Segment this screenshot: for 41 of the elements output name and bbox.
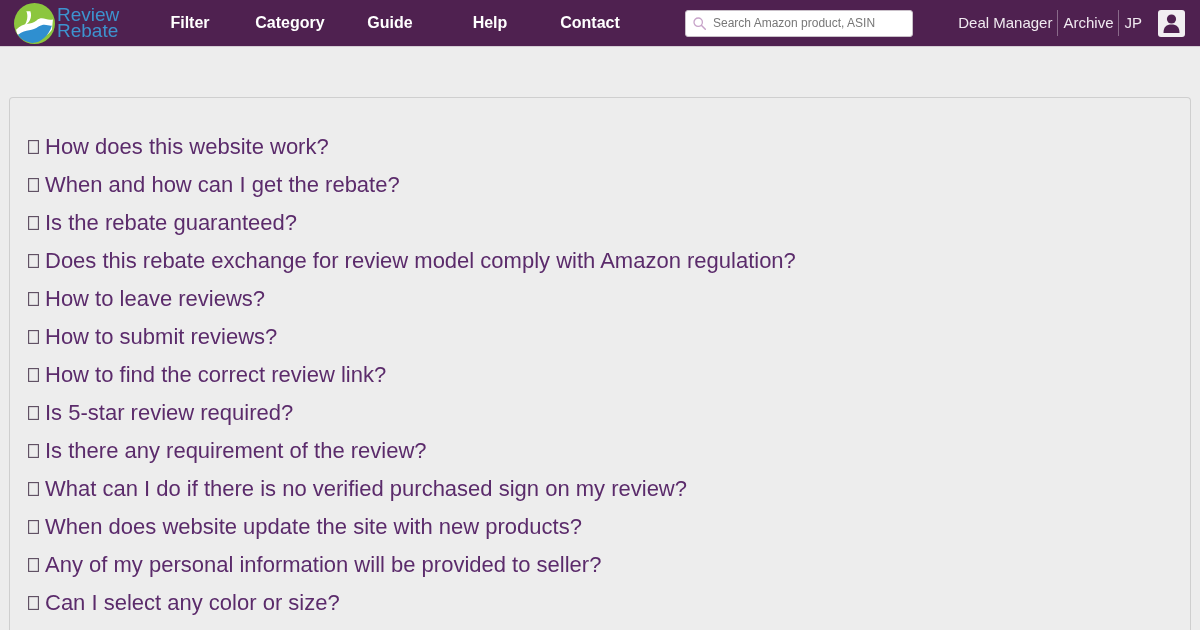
account-link[interactable]: JP <box>1118 10 1147 36</box>
nav-link[interactable]: Guide <box>340 13 440 33</box>
square-outline-icon <box>28 558 39 572</box>
logo-text: Rebate <box>57 23 120 39</box>
user-icon <box>1163 13 1180 33</box>
faq-question[interactable]: Any of my personal information will be provided to seller? <box>28 546 602 584</box>
search-field[interactable]: Search Amazon product, ASIN <box>685 9 913 37</box>
faq-question[interactable]: Does this rebate exchange for review model comply with Amazon regulation? <box>28 242 796 280</box>
faq-question[interactable]: Is the rebate guaranteed? <box>28 204 297 242</box>
faq-question[interactable]: Is 5-star review required? <box>28 394 294 432</box>
square-outline-icon <box>28 292 39 306</box>
square-outline-icon <box>28 406 39 420</box>
nav-link[interactable]: Category <box>240 13 340 33</box>
faq-question[interactable]: How to leave reviews? <box>28 280 266 318</box>
avatar-button[interactable] <box>1158 9 1185 37</box>
account-link[interactable]: Archive <box>1057 10 1119 36</box>
faq-question[interactable]: How to submit reviews? <box>28 318 278 356</box>
faq-question[interactable]: When does website update the site with new products? <box>28 508 582 546</box>
logo-text: Review <box>57 7 120 23</box>
square-outline-icon <box>28 444 39 458</box>
square-outline-icon <box>28 368 39 382</box>
square-outline-icon <box>28 178 39 192</box>
square-outline-icon <box>28 596 39 610</box>
nav-link[interactable]: Filter <box>140 13 240 33</box>
square-outline-icon <box>28 216 39 230</box>
search-icon <box>693 16 706 30</box>
faq-question[interactable]: Can I select any color or size? <box>28 584 340 622</box>
square-outline-icon <box>28 330 39 344</box>
faq-question[interactable]: How does this website work? <box>28 128 329 166</box>
faq-question[interactable]: How to find the correct review link? <box>28 356 387 394</box>
square-outline-icon <box>28 482 39 496</box>
account-link[interactable]: Deal Manager <box>953 10 1058 36</box>
faq-question[interactable]: What can I do if there is no verified purchased sign on my review? <box>28 470 687 508</box>
square-outline-icon <box>28 520 39 534</box>
square-outline-icon <box>28 140 39 154</box>
faq-question[interactable]: Is there any requirement of the review? <box>28 432 427 470</box>
faq-question[interactable]: When and how can I get the rebate? <box>28 166 400 204</box>
logo-icon <box>14 2 55 44</box>
nav-link[interactable]: Contact <box>540 13 640 33</box>
nav-link[interactable]: Help <box>440 13 540 33</box>
square-outline-icon <box>28 254 39 268</box>
